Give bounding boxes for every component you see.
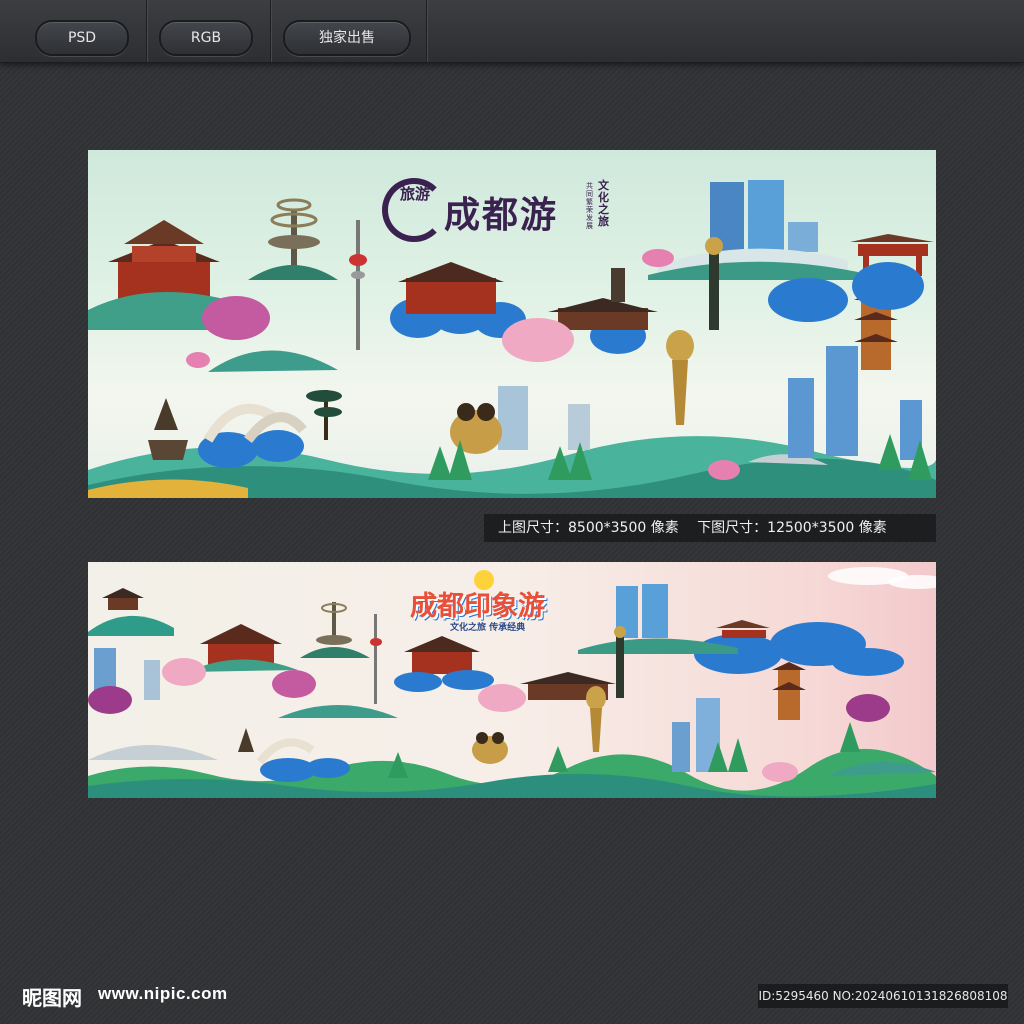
top-size-text: 上图尺寸：8500*3500 像素	[498, 520, 679, 536]
tab-psd-container: PSD	[0, 0, 147, 62]
banner-top-title: 成都游	[444, 194, 559, 236]
gate-center	[398, 262, 504, 314]
banner-bottom-tagline: 文化之旅 传承经典	[450, 623, 526, 633]
tab-rgb-container: RGB	[146, 0, 271, 62]
banner-top-tagline: 文化之旅	[598, 179, 609, 228]
bottom-size-text: 下图尺寸：12500*3500 像素	[697, 520, 887, 536]
rgb-button[interactable]: RGB	[159, 20, 253, 56]
site-url[interactable]: www.nipic.com	[98, 984, 228, 1004]
panda-sculpture	[450, 403, 502, 454]
pagoda-center-left	[188, 624, 298, 672]
golden-pillar	[705, 237, 723, 330]
size-info-bar: 上图尺寸：8500*3500 像素 下图尺寸：12500*3500 像素	[484, 514, 936, 542]
blue-trees-bottom	[260, 622, 904, 782]
pagoda-left-small	[102, 588, 144, 610]
skyscrapers-bottom	[578, 584, 738, 772]
spiral-tower	[248, 198, 338, 280]
tv-tower	[349, 220, 367, 350]
skyscrapers-top	[648, 180, 858, 280]
banner-top-tagline-small: 共同繁荣发展	[586, 182, 593, 230]
psd-button[interactable]: PSD	[35, 20, 129, 56]
banner-preview-bottom: 成都印象游 文化之旅 传承经典	[88, 562, 936, 798]
banner-bottom-title: 成都印象游	[410, 591, 545, 622]
pine-tree	[306, 390, 342, 440]
bull-statue	[148, 398, 188, 460]
tab-exclusive-container: 独家出售	[270, 0, 427, 62]
exclusive-sale-button[interactable]: 独家出售	[283, 20, 411, 56]
image-id-label: ID:5295460 NO:20240610131826808108	[758, 984, 1008, 1008]
golden-trophy	[666, 330, 694, 425]
site-logo: 昵图网	[22, 986, 82, 1010]
top-toolbar: PSD RGB 独家出售	[0, 0, 1024, 63]
temple-center	[548, 268, 658, 330]
spiral-tower-small	[300, 602, 370, 658]
banner-preview-top: 旅游 成都游 文化之旅 共同繁荣发展	[88, 150, 936, 498]
badge-text: 旅游	[400, 185, 431, 203]
